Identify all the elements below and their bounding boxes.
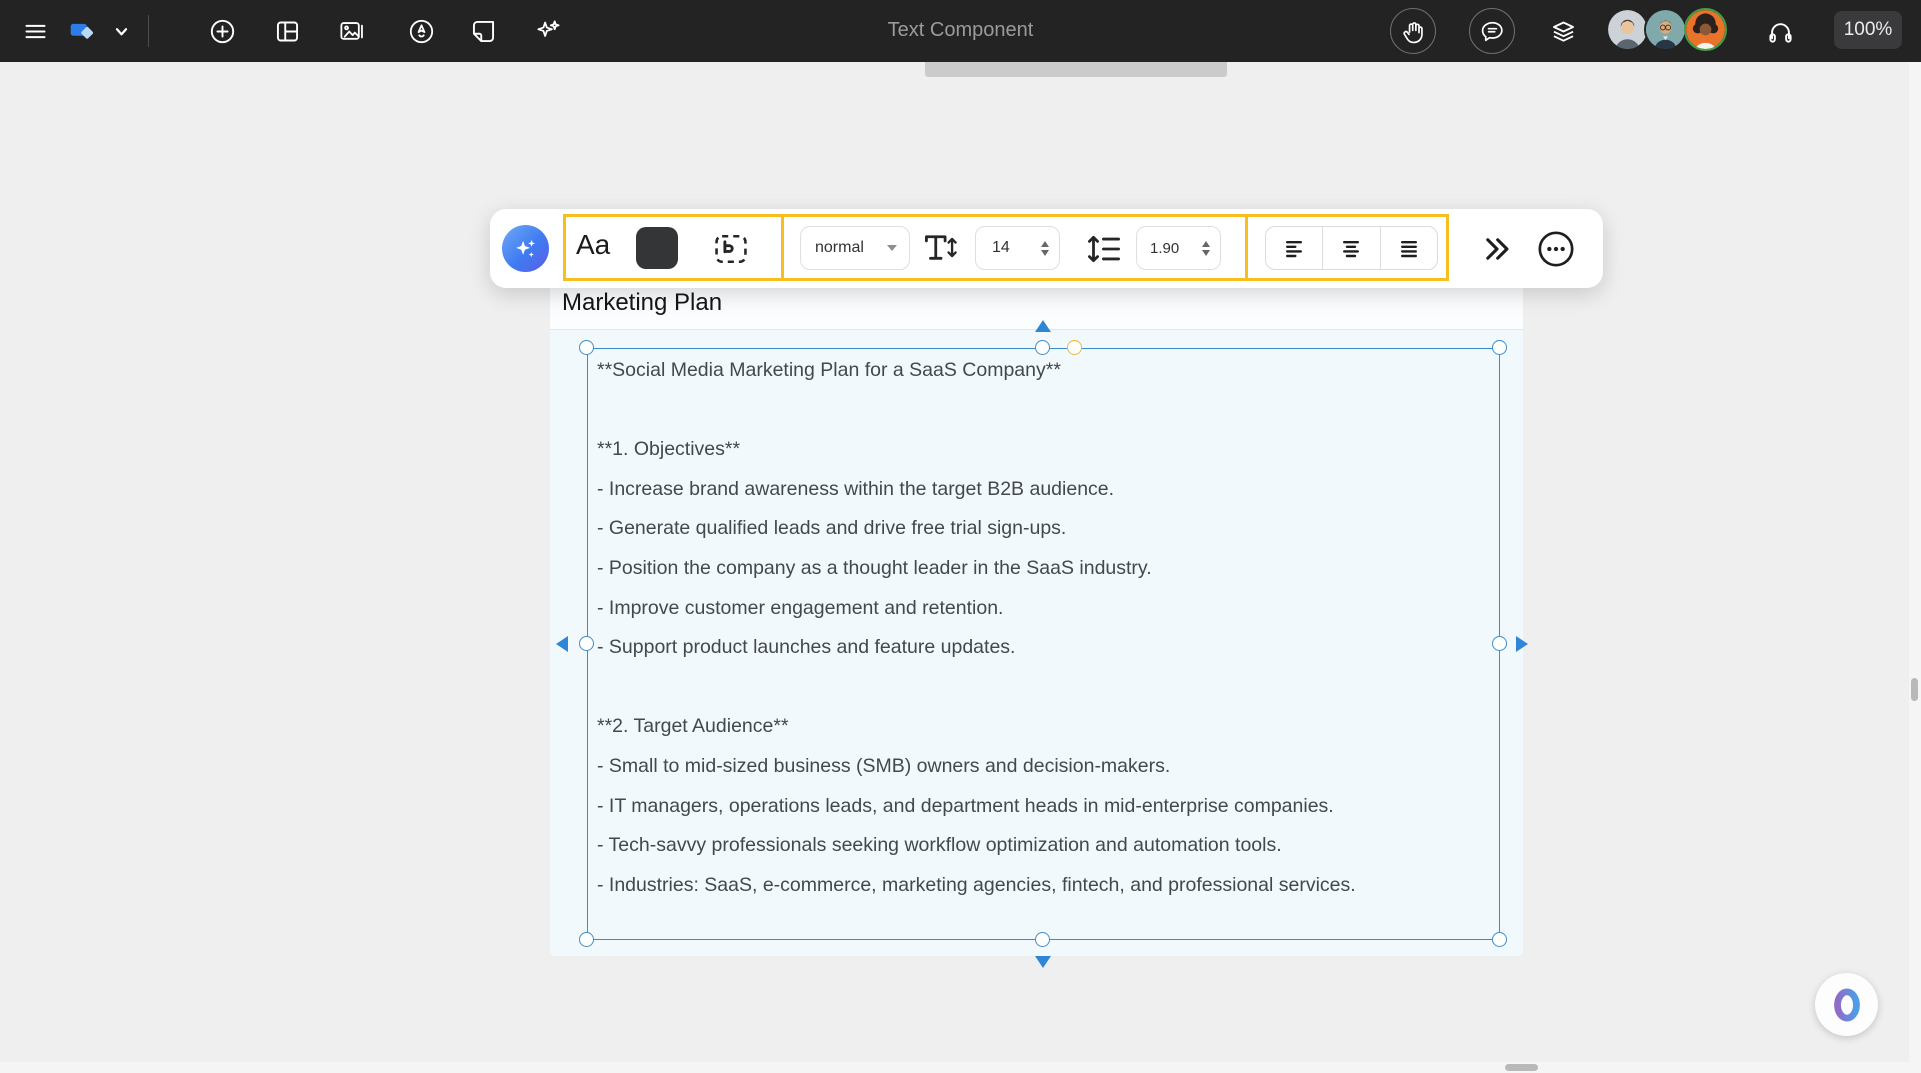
align-center-icon	[1339, 236, 1363, 260]
align-justify-icon	[1397, 236, 1421, 260]
whiteboard-app: Text Component	[0, 0, 1921, 1073]
highlight-divider	[1245, 217, 1248, 278]
line-height-value: 1.90	[1150, 240, 1179, 257]
horizontal-scrollbar-thumb[interactable]	[1505, 1064, 1538, 1071]
headphones-icon	[1767, 18, 1794, 45]
ellipsis-circle-icon	[1536, 229, 1576, 269]
align-center-button[interactable]	[1322, 227, 1379, 269]
resize-handle-top-right[interactable]	[1492, 340, 1507, 355]
resize-handle-bottom-center[interactable]	[1035, 932, 1050, 947]
opera-browser-button[interactable]	[1815, 973, 1878, 1036]
vertical-scrollbar-track	[1909, 62, 1921, 1062]
resize-handle-bottom-left[interactable]	[579, 932, 594, 947]
stepper-up-icon[interactable]	[1041, 241, 1049, 247]
avatar-1-image	[1608, 10, 1647, 49]
stepper-up-icon[interactable]	[1202, 241, 1210, 247]
text-style-button[interactable]: Aa	[576, 229, 610, 261]
frame-title[interactable]: Marketing Plan	[562, 289, 722, 317]
stepper-down-icon[interactable]	[1041, 250, 1049, 256]
alignment-segmented-control	[1265, 226, 1438, 270]
resize-handle-middle-left[interactable]	[579, 636, 594, 651]
expand-arrow-left[interactable]	[556, 636, 568, 652]
text-format-toolbar: Aa normal 14	[490, 209, 1603, 288]
audio-button[interactable]	[1757, 8, 1803, 54]
font-size-icon-button[interactable]	[920, 229, 962, 269]
stepper-down-icon[interactable]	[1202, 250, 1210, 256]
line-height-stepper[interactable]: 1.90	[1136, 226, 1221, 270]
top-toolbar: Text Component	[0, 0, 1921, 62]
horizontal-scrollbar-track	[0, 1062, 1921, 1073]
layers-button[interactable]	[1540, 8, 1586, 54]
vertical-scrollbar-thumb[interactable]	[1911, 678, 1918, 701]
hand-icon	[1400, 18, 1427, 45]
line-height-icon-button[interactable]	[1083, 229, 1125, 269]
comments-button[interactable]	[1469, 8, 1515, 54]
resize-handle-top-left[interactable]	[579, 340, 594, 355]
align-justify-button[interactable]	[1380, 227, 1437, 269]
expand-arrow-down[interactable]	[1035, 956, 1051, 968]
text-size-icon	[920, 228, 962, 270]
layers-icon	[1550, 18, 1577, 45]
selection-rectangle	[587, 348, 1500, 940]
expand-toolbar-button[interactable]	[1480, 233, 1514, 265]
collaborator-avatar[interactable]	[1606, 8, 1649, 51]
resize-handle-middle-right[interactable]	[1492, 636, 1507, 651]
zoom-level-button[interactable]: 100%	[1834, 11, 1902, 49]
font-size-arrows	[1041, 241, 1049, 256]
opera-logo-icon	[1826, 984, 1868, 1026]
adjust-handle-yellow[interactable]	[1067, 340, 1082, 355]
line-height-icon	[1083, 228, 1125, 270]
font-size-value: 14	[992, 239, 1010, 257]
avatar-2-image	[1646, 10, 1685, 49]
text-frame-fit-button[interactable]	[711, 229, 751, 269]
double-chevron-right-icon	[1480, 232, 1514, 266]
resize-handle-bottom-right[interactable]	[1492, 932, 1507, 947]
collaborator-avatar-active[interactable]	[1684, 8, 1727, 51]
avatar-3-image	[1686, 10, 1725, 49]
more-options-button[interactable]	[1536, 229, 1576, 269]
align-left-icon	[1282, 236, 1306, 260]
expand-arrow-up[interactable]	[1035, 320, 1051, 332]
align-left-button[interactable]	[1266, 227, 1322, 269]
highlight-divider	[781, 217, 784, 278]
pan-tool-button[interactable]	[1390, 8, 1436, 54]
collaborator-avatar[interactable]	[1644, 8, 1687, 51]
font-weight-value: normal	[815, 239, 864, 257]
chevron-down-icon	[887, 245, 897, 251]
font-weight-dropdown[interactable]: normal	[800, 226, 910, 270]
dashed-frame-icon	[711, 229, 751, 269]
offscreen-canvas-element[interactable]	[925, 62, 1227, 77]
comment-icon	[1479, 18, 1506, 45]
expand-arrow-right[interactable]	[1516, 636, 1528, 652]
ai-sparkles-icon	[512, 235, 540, 263]
ai-format-button[interactable]	[502, 225, 549, 272]
resize-handle-top-center[interactable]	[1035, 340, 1050, 355]
text-color-swatch[interactable]	[636, 227, 678, 269]
font-size-stepper[interactable]: 14	[975, 226, 1060, 270]
line-height-arrows	[1202, 241, 1210, 256]
